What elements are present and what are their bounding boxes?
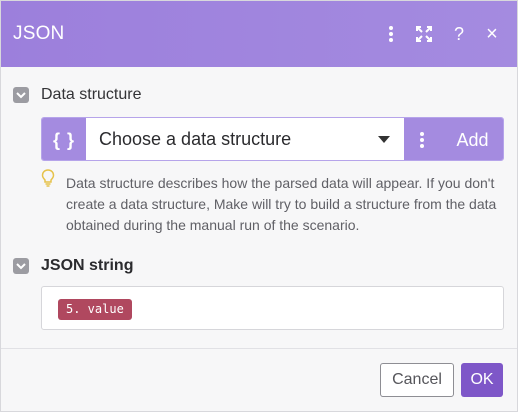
data-structure-control: { } Choose a data structure Add <box>41 117 504 161</box>
ok-button[interactable]: OK <box>461 363 503 397</box>
json-string-label: JSON string <box>41 257 134 274</box>
lightbulb-icon <box>41 169 55 192</box>
json-string-input[interactable]: 5. value <box>41 286 504 330</box>
footer-divider <box>1 348 517 349</box>
expand-icon[interactable] <box>411 21 437 47</box>
kebab-menu-icon[interactable] <box>378 21 404 47</box>
add-data-structure-button[interactable]: Add <box>440 118 503 160</box>
help-icon[interactable]: ? <box>446 21 472 47</box>
data-structure-options-icon[interactable] <box>404 118 440 160</box>
json-string-checkbox[interactable] <box>13 258 29 274</box>
chevron-down-icon <box>378 136 390 143</box>
cancel-button[interactable]: Cancel <box>380 363 454 397</box>
mapped-value-pill[interactable]: 5. value <box>58 299 132 320</box>
data-structure-checkbox[interactable] <box>13 87 29 103</box>
dialog-title: JSON <box>13 23 65 44</box>
close-icon[interactable]: × <box>479 21 505 47</box>
json-module-dialog: JSON ? × Data structure { } Choose a dat… <box>0 0 518 412</box>
data-structure-select-value: Choose a data structure <box>99 129 292 149</box>
data-structure-hint: Data structure describes how the parsed … <box>66 175 497 233</box>
dialog-header: JSON ? × <box>1 1 517 67</box>
braces-icon: { } <box>42 118 86 160</box>
data-structure-label: Data structure <box>41 86 142 103</box>
data-structure-select[interactable]: Choose a data structure <box>86 118 404 160</box>
